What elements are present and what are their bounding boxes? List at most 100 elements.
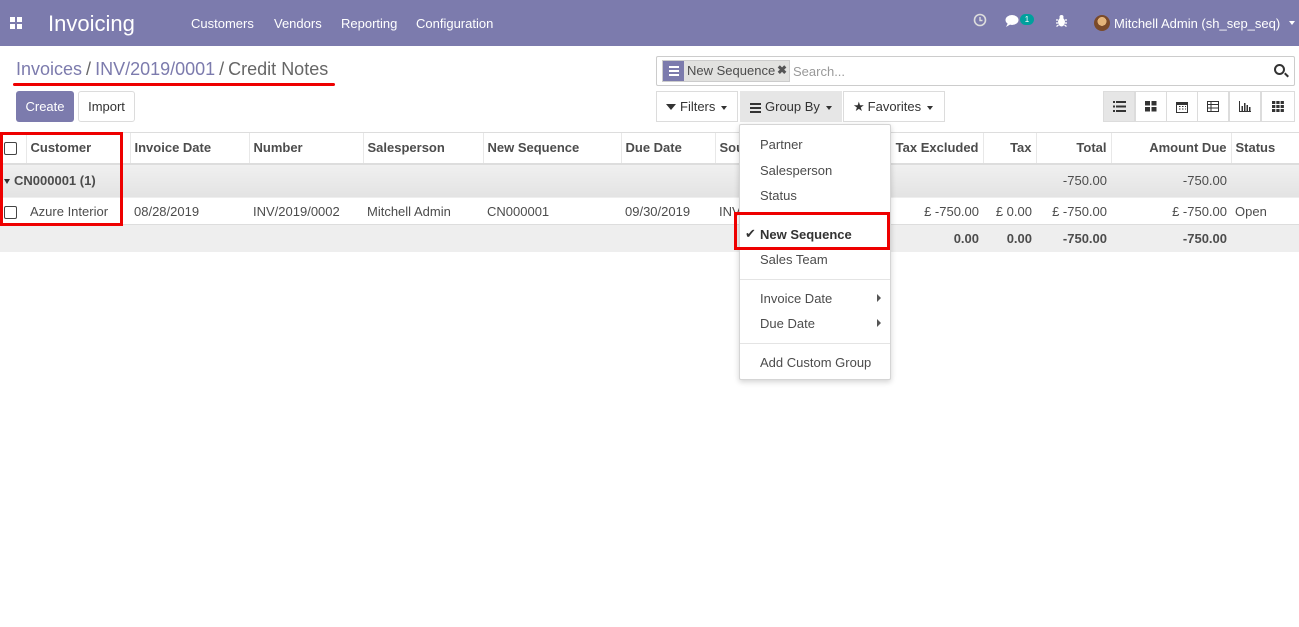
filter-icon xyxy=(666,104,676,110)
activity-clock-icon[interactable] xyxy=(973,13,987,31)
grid-icon xyxy=(1272,101,1284,112)
column-salesperson[interactable]: Salesperson xyxy=(362,132,483,165)
menu-configuration[interactable]: Configuration xyxy=(416,16,493,31)
select-all-checkbox[interactable] xyxy=(0,132,26,165)
apps-menu-icon[interactable] xyxy=(10,17,22,29)
create-button[interactable]: Create xyxy=(16,91,74,122)
group-by-button[interactable]: Group By xyxy=(740,91,842,122)
menu-reporting[interactable]: Reporting xyxy=(341,16,397,31)
column-tax-excluded[interactable]: Tax Excluded xyxy=(889,132,983,165)
submenu-arrow-icon xyxy=(877,294,881,302)
caret-down-icon xyxy=(825,105,832,110)
group-by-facet-icon xyxy=(663,61,684,81)
app-title: Invoicing xyxy=(48,11,135,36)
user-avatar[interactable] xyxy=(1094,15,1110,31)
cell-total: £ -750.00 xyxy=(1036,197,1111,225)
footer-total: -750.00 xyxy=(1036,224,1111,252)
user-menu[interactable]: Mitchell Admin (sh_sep_seq) xyxy=(1114,16,1280,31)
group-by-sales-team[interactable]: Sales Team xyxy=(760,252,828,267)
group-by-status[interactable]: Status xyxy=(760,188,797,203)
group-by-icon xyxy=(750,102,761,113)
group-by-partner[interactable]: Partner xyxy=(760,137,803,152)
pivot-view-button[interactable] xyxy=(1197,91,1229,122)
add-custom-group[interactable]: Add Custom Group xyxy=(760,355,871,370)
breadcrumb-current: Credit Notes xyxy=(228,59,329,79)
breadcrumb-invoices[interactable]: Invoices xyxy=(16,59,82,79)
menu-vendors[interactable]: Vendors xyxy=(274,16,322,31)
group-by-due-date[interactable]: Due Date xyxy=(760,316,815,331)
facet-label: New Sequence xyxy=(687,63,776,78)
list-icon xyxy=(1112,101,1126,112)
graph-icon xyxy=(1239,101,1251,112)
remove-facet-icon[interactable]: ✖ xyxy=(777,63,787,77)
breadcrumb: Invoices / INV/2019/0001/Credit Notes xyxy=(16,59,329,79)
group-by-salesperson[interactable]: Salesperson xyxy=(760,163,832,178)
cell-tax: £ 0.00 xyxy=(983,197,1036,225)
group-row[interactable]: CN000001 (1) -750.00 -750.00 xyxy=(0,163,1299,198)
calendar-view-button[interactable] xyxy=(1166,91,1198,122)
filters-button[interactable]: Filters xyxy=(656,91,738,122)
caret-down-icon xyxy=(721,105,728,110)
row-checkbox[interactable] xyxy=(0,197,26,225)
cell-due-date: 09/30/2019 xyxy=(621,197,715,225)
column-tax[interactable]: Tax xyxy=(982,132,1036,165)
invoice-list-table: Customer Invoice Date Number Salesperson… xyxy=(0,132,1299,252)
group-by-new-sequence[interactable]: New Sequence xyxy=(760,227,852,242)
checkbox-icon[interactable] xyxy=(4,205,17,219)
table-row[interactable]: Azure Interior 08/28/2019 INV/2019/0002 … xyxy=(0,197,1299,225)
footer-tax: 0.00 xyxy=(983,224,1036,252)
messages-badge: 1 xyxy=(1020,14,1034,25)
cell-status: Open xyxy=(1231,197,1299,225)
cell-customer: Azure Interior xyxy=(26,197,130,225)
group-total: -750.00 xyxy=(1036,163,1111,198)
cell-amount-due: £ -750.00 xyxy=(1111,197,1231,225)
list-view-button[interactable] xyxy=(1103,91,1135,122)
group-amount-due: -750.00 xyxy=(1111,163,1231,198)
column-number[interactable]: Number xyxy=(248,132,363,165)
cell-salesperson: Mitchell Admin xyxy=(363,197,483,225)
submenu-arrow-icon xyxy=(877,319,881,327)
grid-view-button[interactable] xyxy=(1261,91,1295,122)
caret-down-icon xyxy=(927,105,934,110)
group-by-invoice-date[interactable]: Invoice Date xyxy=(760,291,832,306)
breadcrumb-invoice[interactable]: INV/2019/0001 xyxy=(95,59,215,79)
graph-view-button[interactable] xyxy=(1229,91,1261,122)
column-due-date[interactable]: Due Date xyxy=(620,132,715,165)
table-header: Customer Invoice Date Number Salesperson… xyxy=(0,132,1299,165)
kanban-view-button[interactable] xyxy=(1135,91,1167,122)
star-icon: ★ xyxy=(853,99,865,114)
calendar-icon xyxy=(1176,101,1188,113)
group-label: CN000001 (1) xyxy=(14,173,96,189)
column-total[interactable]: Total xyxy=(1035,132,1111,165)
cell-tax-excluded: £ -750.00 xyxy=(890,197,983,225)
search-icon[interactable] xyxy=(1274,64,1285,75)
search-input[interactable] xyxy=(793,61,1253,81)
pivot-icon xyxy=(1207,101,1219,112)
favorites-button[interactable]: ★ Favorites xyxy=(843,91,945,122)
divider xyxy=(740,214,890,215)
import-button[interactable]: Import xyxy=(78,91,135,122)
column-new-sequence[interactable]: New Sequence xyxy=(482,132,621,165)
footer-tax-excluded: 0.00 xyxy=(890,224,983,252)
search-facet: New Sequence ✖ xyxy=(662,60,790,82)
caret-down-icon xyxy=(4,179,10,185)
search-box: New Sequence ✖ xyxy=(656,56,1295,86)
column-invoice-date[interactable]: Invoice Date xyxy=(129,132,249,165)
column-customer[interactable]: Customer xyxy=(25,132,130,165)
column-amount-due[interactable]: Amount Due xyxy=(1110,132,1231,165)
divider xyxy=(740,279,890,280)
user-caret-icon[interactable] xyxy=(1289,21,1295,25)
group-by-dropdown: Partner Salesperson Status ✔ New Sequenc… xyxy=(739,124,891,380)
messages-icon[interactable] xyxy=(1005,14,1021,32)
debug-bug-icon[interactable] xyxy=(1055,14,1068,32)
totals-row: 0.00 0.00 -750.00 -750.00 xyxy=(0,224,1299,252)
check-icon: ✔ xyxy=(745,226,756,241)
checkbox-icon[interactable] xyxy=(4,142,17,156)
column-status[interactable]: Status xyxy=(1230,132,1299,165)
menu-customers[interactable]: Customers xyxy=(191,16,254,31)
cell-invoice-date: 08/28/2019 xyxy=(130,197,249,225)
divider xyxy=(740,343,890,344)
cell-new-sequence: CN000001 xyxy=(483,197,621,225)
top-navbar: Invoicing Customers Vendors Reporting Co… xyxy=(0,0,1299,46)
highlight-underline xyxy=(13,83,335,86)
